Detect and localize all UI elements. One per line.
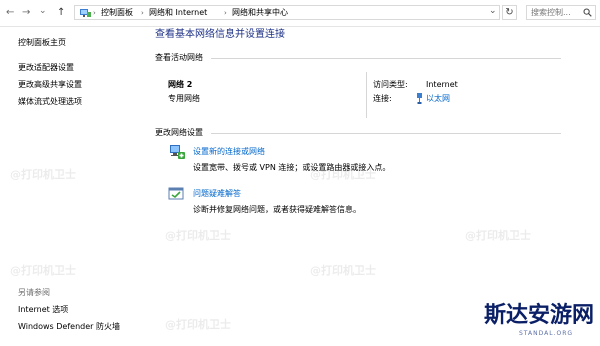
- setup-new-connection-link[interactable]: 设置新的连接或网络: [193, 147, 265, 157]
- refresh-icon: ↻: [505, 7, 514, 18]
- change-settings-header: 更改网络设置: [155, 128, 203, 137]
- troubleshoot-link[interactable]: 问题疑难解答: [193, 189, 241, 199]
- network-setup-icon: [170, 145, 185, 159]
- search-placeholder: 搜索控制...: [531, 8, 571, 17]
- breadcrumb[interactable]: › 控制面板 › 网络和 Internet › 网络和共享中心 ⌄: [74, 5, 500, 20]
- search-icon: [583, 8, 592, 17]
- breadcrumb-separator: ›: [141, 9, 144, 17]
- troubleshoot-desc: 诊断并修复网络问题，或者获得疑难解答信息。: [193, 205, 361, 214]
- see-also-firewall[interactable]: Windows Defender 防火墙: [18, 322, 120, 332]
- brand-logo-text: 斯达安游网: [484, 302, 595, 328]
- divider: [211, 133, 561, 134]
- watermark: @打印机卫士: [165, 229, 231, 242]
- divider: [211, 58, 561, 59]
- watermark: @打印机卫士: [165, 318, 231, 331]
- sidebar-item-change-advanced-sharing[interactable]: 更改高级共享设置: [18, 80, 82, 90]
- recent-locations-dropdown[interactable]: ⌄: [39, 5, 47, 17]
- breadcrumb-network-internet[interactable]: 网络和 Internet: [149, 8, 207, 18]
- connections-label: 连接:: [373, 94, 392, 103]
- see-also-internet-options[interactable]: Internet 选项: [18, 305, 68, 315]
- divider: [366, 72, 367, 118]
- breadcrumb-control-panel[interactable]: 控制面板: [101, 8, 133, 18]
- active-networks-header: 查看活动网络: [155, 53, 203, 62]
- see-also-header: 另请参阅: [18, 288, 50, 297]
- sidebar-item-control-panel-home[interactable]: 控制面板主页: [18, 38, 66, 48]
- watermark: @打印机卫士: [465, 229, 531, 242]
- breadcrumb-separator: ›: [93, 9, 96, 17]
- refresh-button[interactable]: ↻: [502, 5, 517, 20]
- sidebar-item-change-adapter-settings[interactable]: 更改适配器设置: [18, 63, 74, 73]
- ethernet-link[interactable]: 以太网: [426, 94, 450, 104]
- network-name: 网络 2: [168, 80, 193, 89]
- brand-domain: STANDAL.ORG: [519, 330, 574, 337]
- forward-button[interactable]: →: [22, 7, 30, 19]
- breadcrumb-separator: ›: [224, 9, 227, 17]
- access-type-value: Internet: [426, 80, 458, 89]
- watermark: @打印机卫士: [310, 264, 376, 277]
- up-button[interactable]: ↑: [57, 7, 65, 19]
- breadcrumb-network-sharing-center[interactable]: 网络和共享中心: [232, 8, 288, 18]
- access-type-label: 访问类型:: [373, 80, 408, 89]
- control-panel-icon: [80, 9, 91, 17]
- breadcrumb-dropdown[interactable]: ⌄: [489, 6, 497, 16]
- address-bar: ← → ⌄ ↑ › 控制面板 › 网络和 Internet › 网络和共享中心 …: [0, 0, 600, 27]
- sidebar-item-media-streaming[interactable]: 媒体流式处理选项: [18, 97, 82, 107]
- troubleshoot-icon: [168, 187, 184, 200]
- watermark: @打印机卫士: [310, 168, 376, 181]
- watermark: @打印机卫士: [10, 264, 76, 277]
- watermark: @打印机卫士: [10, 168, 76, 181]
- back-button[interactable]: ←: [6, 7, 14, 19]
- network-category[interactable]: 专用网络: [168, 94, 200, 104]
- search-input[interactable]: 搜索控制...: [526, 5, 596, 20]
- ethernet-icon: [417, 93, 422, 104]
- page-title: 查看基本网络信息并设置连接: [155, 29, 285, 40]
